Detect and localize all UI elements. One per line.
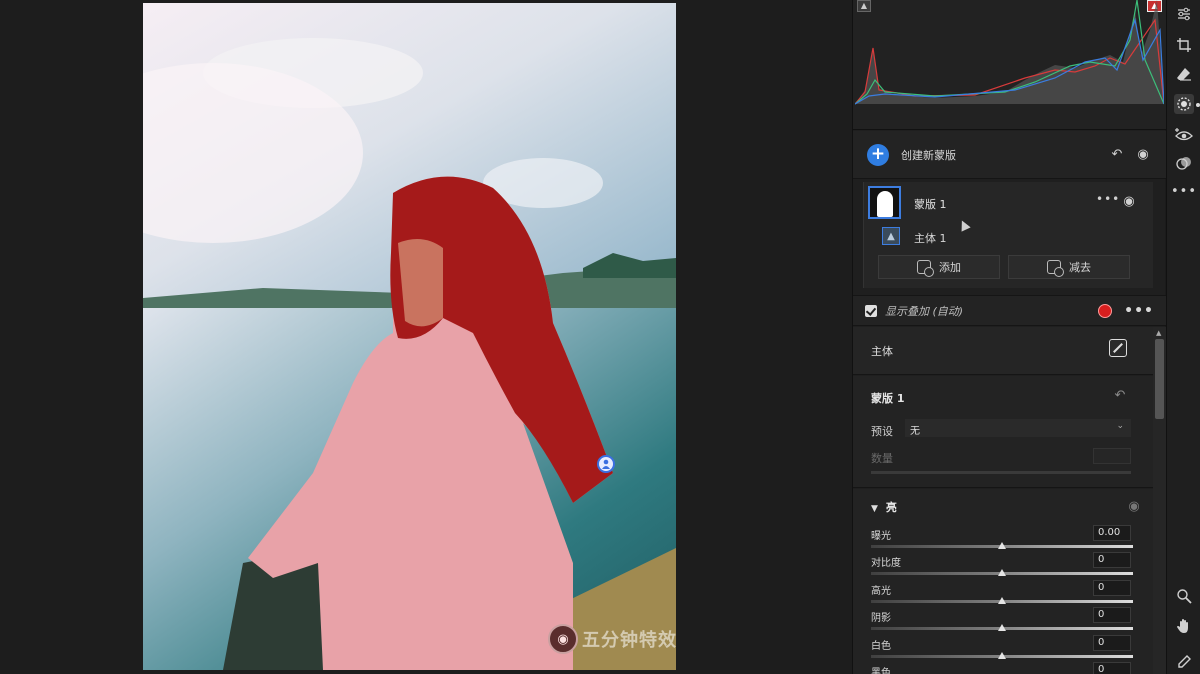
slider-label: 白色 <box>871 641 891 652</box>
subtract-mask-icon <box>1047 260 1064 277</box>
watermark: ◉ 五分钟特效 <box>548 624 677 654</box>
reset-icon[interactable]: ↶ <box>1108 146 1126 164</box>
more-icon[interactable]: ••• <box>1171 181 1196 201</box>
overlay-more-icon[interactable]: ••• <box>1124 303 1154 319</box>
mask-settings: 主体 蒙版 1 ↶ 预设 无 ⌄ 数量 ▼ 亮 ◉ 曝光 0.00 对比度 0 … <box>853 327 1166 674</box>
subtract-mask-button[interactable]: 减去 <box>1008 255 1130 279</box>
lightroom-app: ◉ 五分钟特效 ▲ ▲ + 创建新蒙版 ↶ ◉ 蒙版 1 ••• ◉ ▲ 主体 … <box>0 0 1200 674</box>
contrast-slider[interactable]: 对比度 0 <box>871 552 1133 578</box>
show-overlay-checkbox[interactable] <box>865 304 877 317</box>
mask-eye-icon[interactable]: ◉ <box>1120 192 1138 210</box>
subject-section: 主体 <box>853 327 1153 375</box>
slider-value-input[interactable]: 0 <box>1093 662 1131 674</box>
create-mask-label: 创建新蒙版 <box>901 148 956 162</box>
overlay-row: 显示叠加 (自动) ••• <box>853 295 1166 326</box>
slider-handle[interactable] <box>998 597 1006 604</box>
mask-more-icon[interactable]: ••• <box>1096 192 1120 206</box>
preset-label: 预设 <box>871 425 893 438</box>
healing-eraser-icon[interactable] <box>1174 64 1194 84</box>
slider-handle[interactable] <box>998 542 1006 549</box>
edit-sliders-icon[interactable] <box>1174 4 1194 24</box>
eyedropper-icon[interactable] <box>1174 652 1194 672</box>
light-title: 亮 <box>885 501 897 514</box>
scroll-up-icon[interactable]: ▲ <box>1156 329 1161 337</box>
preset-select[interactable]: 无 ⌄ <box>905 419 1131 437</box>
histogram: ▲ ▲ <box>853 0 1166 130</box>
slider-label: 曝光 <box>871 531 891 542</box>
slider-value-input[interactable]: 0.00 <box>1093 525 1131 541</box>
slider-label: 对比度 <box>871 558 901 569</box>
slider-label: 黑色 <box>871 668 891 674</box>
add-mask-button[interactable]: 添加 <box>878 255 1000 279</box>
preset-value: 无 <box>910 426 920 437</box>
slider-label: 阴影 <box>871 613 891 624</box>
mask1-title: 蒙版 1 <box>871 392 905 405</box>
mask1-reset-icon[interactable]: ↶ <box>1111 386 1129 404</box>
photo-preview[interactable] <box>143 3 676 670</box>
create-mask-button[interactable]: + <box>867 143 889 166</box>
panel-scrollbar[interactable]: ▲ <box>1153 327 1166 674</box>
subtract-mask-label: 减去 <box>1069 261 1091 274</box>
mask1-section: 蒙版 1 ↶ 预设 无 ⌄ 数量 <box>853 376 1153 488</box>
amount-input[interactable] <box>1093 448 1131 464</box>
light-header[interactable]: ▼ 亮 <box>871 499 897 515</box>
slider-label: 高光 <box>871 586 891 597</box>
add-mask-label: 添加 <box>939 261 961 274</box>
overlay-color-swatch[interactable] <box>1098 303 1113 318</box>
masks-header: + 创建新蒙版 ↶ ◉ <box>853 131 1166 179</box>
presets-icon[interactable] <box>1174 153 1194 173</box>
mask-component[interactable]: ▲ 主体 1 <box>882 227 1142 247</box>
blacks-slider[interactable]: 黑色 0 <box>871 662 1133 674</box>
slider-handle[interactable] <box>998 652 1006 659</box>
component-name: 主体 1 <box>914 232 947 245</box>
red-eye-icon[interactable] <box>1174 125 1194 145</box>
mask-thumbnail[interactable] <box>868 186 901 219</box>
mask-item[interactable]: 蒙版 1 ••• ◉ <box>864 182 1154 232</box>
mask-list: 蒙版 1 ••• ◉ ▲ 主体 1 添加 减去 <box>863 182 1153 288</box>
slider-value-input[interactable]: 0 <box>1093 607 1131 623</box>
add-mask-icon <box>917 260 934 277</box>
slider-handle[interactable] <box>998 569 1006 576</box>
photo-image <box>143 3 676 670</box>
masking-icon[interactable] <box>1174 94 1194 114</box>
watermark-text: 五分钟特效 <box>582 630 677 651</box>
histogram-graph <box>855 0 1164 105</box>
mask-name: 蒙版 1 <box>914 198 947 211</box>
slider-handle[interactable] <box>998 624 1006 631</box>
amount-label: 数量 <box>871 452 893 465</box>
slider-value-input[interactable]: 0 <box>1093 552 1131 568</box>
eye-icon[interactable]: ◉ <box>1134 146 1152 164</box>
active-tool-indicator <box>1196 103 1200 107</box>
chevron-down-icon: ▼ <box>871 504 878 514</box>
scrollbar-thumb[interactable] <box>1155 339 1164 419</box>
amount-slider[interactable] <box>871 471 1131 474</box>
hand-icon[interactable] <box>1174 616 1194 636</box>
invert-icon[interactable] <box>1109 339 1127 357</box>
light-eye-icon[interactable]: ◉ <box>1125 497 1143 515</box>
subject-label: 主体 <box>871 345 893 358</box>
zoom-icon[interactable] <box>1174 586 1194 606</box>
image-canvas[interactable]: ◉ 五分钟特效 <box>0 0 852 674</box>
light-section: ▼ 亮 ◉ 曝光 0.00 对比度 0 高光 0 阴影 0 白色 0 黑色 0 <box>853 489 1153 674</box>
chevron-down-icon: ⌄ <box>1116 421 1124 431</box>
highlights-slider[interactable]: 高光 0 <box>871 580 1133 606</box>
watermark-logo-icon: ◉ <box>548 624 578 654</box>
slider-value-input[interactable]: 0 <box>1093 635 1131 651</box>
show-overlay-label: 显示叠加 (自动) <box>885 304 964 318</box>
tool-strip: ••• <box>1166 0 1200 674</box>
shadows-slider[interactable]: 阴影 0 <box>871 607 1133 633</box>
subject-pin-icon[interactable] <box>597 455 615 473</box>
slider-value-input[interactable]: 0 <box>1093 580 1131 596</box>
whites-slider[interactable]: 白色 0 <box>871 635 1133 661</box>
right-panel: ▲ ▲ + 创建新蒙版 ↶ ◉ 蒙版 1 ••• ◉ ▲ 主体 1 添加 减去 … <box>852 0 1166 674</box>
exposure-slider[interactable]: 曝光 0.00 <box>871 525 1133 551</box>
subject-component-icon: ▲ <box>882 227 900 245</box>
crop-icon[interactable] <box>1174 35 1194 55</box>
